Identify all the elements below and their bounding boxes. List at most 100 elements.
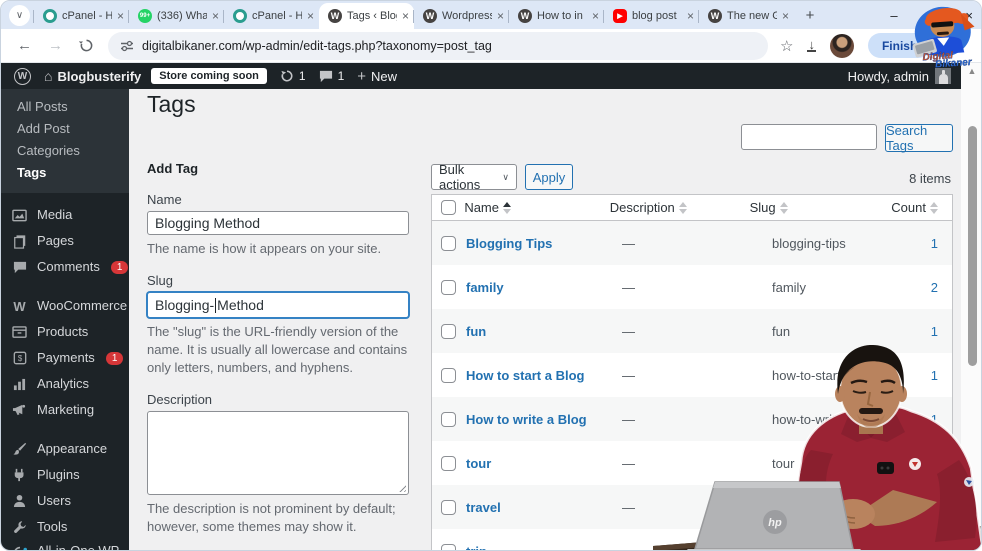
sidebar-item-add-post[interactable]: Add Post bbox=[1, 118, 129, 140]
close-icon[interactable]: × bbox=[687, 10, 694, 22]
tag-name-link[interactable]: family bbox=[466, 280, 504, 295]
close-icon[interactable]: × bbox=[307, 10, 314, 22]
sidebar-item-all-posts[interactable]: All Posts bbox=[1, 96, 129, 118]
close-icon[interactable]: × bbox=[212, 10, 219, 22]
sidebar-item-categories[interactable]: Categories bbox=[1, 140, 129, 162]
sidebar-item-comments[interactable]: Comments 1 bbox=[1, 254, 129, 280]
bulk-actions-select[interactable]: Bulk actions ∨ bbox=[431, 162, 517, 192]
tag-count-link[interactable]: 1 bbox=[924, 236, 952, 251]
sidebar-item-all-in-one-wp-migration[interactable]: All-in-One WP Migration bbox=[1, 540, 129, 550]
tag-name-link[interactable]: How to start a Blog bbox=[466, 368, 584, 383]
url-bar[interactable]: digitalbikaner.com/wp-admin/edit-tags.ph… bbox=[108, 31, 768, 60]
sidebar-item-woocommerce[interactable]: W WooCommerce bbox=[1, 293, 129, 319]
wordpress-icon: W bbox=[328, 9, 342, 23]
sidebar-item-media[interactable]: Media bbox=[1, 202, 129, 228]
tab-how-to[interactable]: W How to in × bbox=[508, 3, 604, 29]
payments-count-badge: 1 bbox=[105, 351, 124, 365]
table-row: family — family 2 bbox=[432, 265, 952, 309]
reload-icon[interactable] bbox=[79, 38, 94, 53]
scroll-up-icon[interactable]: ▲ bbox=[961, 66, 981, 76]
site-name-menu[interactable]: ⌂ Blogbusterify bbox=[44, 68, 141, 84]
close-icon[interactable]: × bbox=[782, 10, 789, 22]
tab-search-button[interactable]: ∨ bbox=[9, 5, 30, 26]
sidebar-item-appearance[interactable]: Appearance bbox=[1, 436, 129, 462]
back-icon[interactable]: ← bbox=[17, 37, 32, 54]
search-input[interactable] bbox=[741, 124, 877, 150]
sidebar-item-tools[interactable]: Tools bbox=[1, 514, 129, 540]
row-checkbox[interactable] bbox=[441, 411, 456, 427]
tab-wordpress[interactable]: W Wordpress × bbox=[413, 3, 509, 29]
column-header-slug[interactable]: Slug bbox=[750, 200, 892, 215]
sidebar-item-label: Marketing bbox=[37, 402, 95, 417]
bookmark-star-icon[interactable]: ☆ bbox=[780, 37, 793, 55]
updates-menu[interactable]: 1 bbox=[280, 69, 306, 83]
tag-count-link[interactable]: 1 bbox=[924, 324, 952, 339]
tag-name-link[interactable]: trip bbox=[466, 544, 487, 551]
sidebar-item-pages[interactable]: Pages bbox=[1, 228, 129, 254]
tab-blog-post[interactable]: ▶ blog post × bbox=[603, 3, 699, 29]
tag-name-input[interactable] bbox=[147, 211, 409, 235]
scrollbar-thumb[interactable] bbox=[968, 126, 977, 366]
close-icon[interactable]: × bbox=[402, 10, 409, 22]
tag-name-link[interactable]: fun bbox=[466, 324, 486, 339]
add-tag-heading: Add Tag bbox=[147, 161, 199, 176]
sidebar-item-analytics[interactable]: Analytics bbox=[1, 371, 129, 397]
sidebar-item-plugins[interactable]: Plugins bbox=[1, 462, 129, 488]
select-all-checkbox[interactable] bbox=[441, 200, 456, 215]
tag-slug: fun bbox=[772, 323, 791, 339]
tag-name-link[interactable]: Blogging Tips bbox=[466, 236, 552, 251]
column-header-count[interactable]: Count bbox=[891, 200, 952, 215]
close-icon[interactable]: × bbox=[497, 10, 504, 22]
wp-logo-menu[interactable]: W bbox=[14, 67, 31, 85]
row-checkbox[interactable] bbox=[441, 323, 456, 339]
close-icon[interactable]: × bbox=[592, 10, 599, 22]
browser-profile-avatar[interactable] bbox=[829, 33, 854, 58]
tab-tags-active[interactable]: W Tags ‹ Blog × bbox=[319, 3, 414, 29]
tag-name-link[interactable]: How to write a Blog bbox=[466, 412, 587, 427]
sidebar-item-payments[interactable]: $ Payments 1 bbox=[1, 345, 129, 371]
url-text[interactable]: digitalbikaner.com/wp-admin/edit-tags.ph… bbox=[142, 39, 492, 53]
sidebar-item-tags[interactable]: Tags bbox=[1, 162, 129, 184]
site-settings-icon[interactable] bbox=[120, 39, 134, 53]
column-header-description[interactable]: Description bbox=[610, 200, 750, 215]
close-icon[interactable]: × bbox=[117, 10, 124, 22]
tab-cpanel-2[interactable]: cPanel - H × bbox=[223, 3, 319, 29]
resize-handle-icon[interactable] bbox=[397, 483, 406, 492]
tab-cpanel-1[interactable]: cPanel - H × bbox=[33, 3, 129, 29]
tag-slug-input[interactable]: Blogging- Method bbox=[147, 292, 409, 318]
row-checkbox[interactable] bbox=[441, 499, 456, 515]
tag-name-link[interactable]: travel bbox=[466, 500, 501, 515]
tag-description-textarea[interactable] bbox=[147, 411, 409, 495]
comments-icon bbox=[11, 259, 28, 276]
row-checkbox[interactable] bbox=[441, 543, 456, 550]
tab-whatsapp[interactable]: 99+ (336) What × bbox=[128, 3, 224, 29]
sidebar-item-users[interactable]: Users bbox=[1, 488, 129, 514]
tab-the-new[interactable]: W The new G × bbox=[698, 3, 794, 29]
store-coming-soon-badge[interactable]: Store coming soon bbox=[151, 68, 267, 84]
row-checkbox[interactable] bbox=[441, 455, 456, 471]
wordpress-icon: W bbox=[518, 9, 532, 23]
table-row: Blogging Tips — blogging-tips 1 bbox=[432, 221, 952, 265]
sidebar-item-marketing[interactable]: Marketing bbox=[1, 397, 129, 423]
new-tab-button[interactable]: + bbox=[798, 3, 822, 27]
apply-button[interactable]: Apply bbox=[525, 164, 573, 190]
payments-icon: $ bbox=[11, 350, 28, 367]
chevron-down-icon: ∨ bbox=[15, 10, 24, 21]
sidebar-item-products[interactable]: Products bbox=[1, 319, 129, 345]
tag-count-link[interactable]: 2 bbox=[924, 280, 952, 295]
tag-slug: blogging-tips bbox=[772, 235, 846, 251]
row-checkbox[interactable] bbox=[441, 367, 456, 383]
add-tag-form: Add Tag Name The name is how it appears … bbox=[147, 161, 409, 550]
row-checkbox[interactable] bbox=[441, 235, 456, 251]
forward-icon[interactable]: → bbox=[48, 37, 63, 54]
download-icon[interactable]: ↓ bbox=[807, 38, 816, 52]
tag-name-link[interactable]: tour bbox=[466, 456, 491, 471]
comments-menu[interactable]: 1 bbox=[319, 69, 344, 83]
search-tags-button[interactable]: Search Tags bbox=[885, 123, 953, 153]
users-icon bbox=[11, 493, 28, 510]
new-content-menu[interactable]: + New bbox=[357, 68, 397, 85]
column-header-name[interactable]: Name bbox=[464, 200, 609, 215]
my-account-menu[interactable]: Howdy, admin bbox=[848, 68, 951, 84]
row-checkbox[interactable] bbox=[441, 279, 456, 295]
comment-bubble-icon bbox=[319, 70, 332, 82]
